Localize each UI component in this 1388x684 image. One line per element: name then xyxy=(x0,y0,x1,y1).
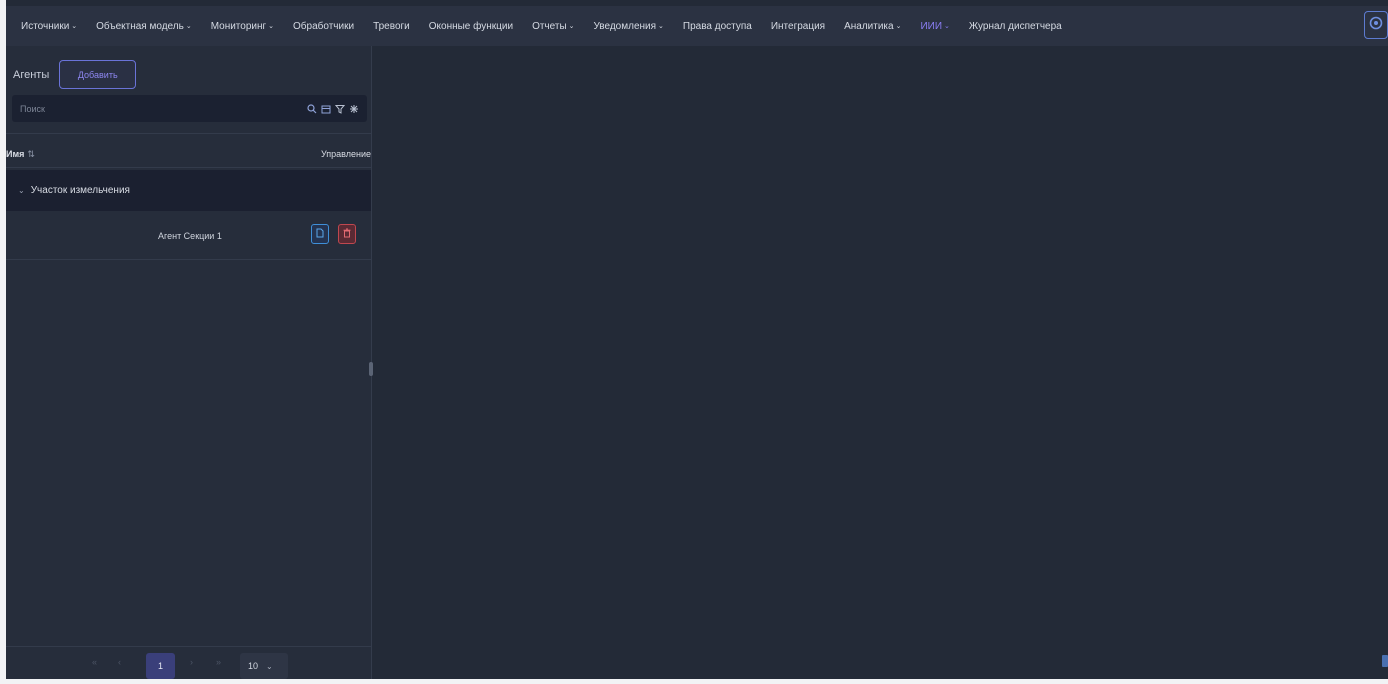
prev-page-icon[interactable]: ‹ xyxy=(118,657,121,667)
filter-icon[interactable] xyxy=(335,104,345,114)
nav-item-object-model[interactable]: Объектная модель ⌄ xyxy=(96,21,192,32)
page-size-select[interactable]: 10 ⌄ xyxy=(240,653,288,679)
chevron-down-icon: ⌄ xyxy=(266,661,273,671)
chevron-down-icon: ⌄ xyxy=(268,23,275,30)
clear-icon[interactable] xyxy=(349,104,359,114)
nav-item-analytics[interactable]: Аналитика ⌄ xyxy=(844,21,901,32)
window-frame-bottom xyxy=(0,679,1388,684)
column-header-name[interactable]: Имя ⇅ xyxy=(6,149,35,160)
search-input[interactable] xyxy=(20,103,307,114)
chevron-down-icon: ⌄ xyxy=(568,23,575,30)
divider xyxy=(6,133,371,134)
nav-item-notifications[interactable]: Уведомления ⌄ xyxy=(594,21,664,32)
page-button-current[interactable]: 1 xyxy=(146,653,175,679)
nav-item-ai[interactable]: ИИИ ⌄ xyxy=(920,21,949,32)
chevron-down-icon: ⌄ xyxy=(895,23,902,30)
search-box xyxy=(12,95,367,122)
first-page-icon[interactable]: « xyxy=(92,657,97,667)
nav-item-dispatcher-log[interactable]: Журнал диспетчера xyxy=(969,21,1062,32)
last-page-icon[interactable]: » xyxy=(216,657,221,667)
chevron-down-icon: ⌄ xyxy=(658,23,664,30)
chevron-down-icon: ⌄ xyxy=(71,23,78,30)
nav-item-window-functions[interactable]: Оконные функции xyxy=(429,21,513,32)
nav-item-integration[interactable]: Интеграция xyxy=(771,21,825,32)
edit-icon xyxy=(315,225,325,243)
divider xyxy=(6,259,371,260)
delete-button[interactable] xyxy=(338,224,356,244)
chevron-down-icon: ⌄ xyxy=(185,23,192,30)
pagination: « ‹ 1 › » 10 ⌄ xyxy=(6,647,371,679)
chevron-down-icon: ⌄ xyxy=(944,23,950,30)
next-page-icon[interactable]: › xyxy=(190,657,193,667)
search-icon[interactable] xyxy=(307,103,317,114)
nav-item-access-rights[interactable]: Права доступа xyxy=(683,21,752,32)
calendar-icon[interactable] xyxy=(321,104,331,114)
settings-button[interactable] xyxy=(1364,11,1388,39)
trash-icon xyxy=(342,225,352,243)
divider xyxy=(6,167,371,168)
nav-item-alarms[interactable]: Тревоги xyxy=(373,21,410,32)
panel-title: Агенты xyxy=(13,68,50,81)
agent-name: Агент Секции 1 xyxy=(158,231,222,241)
edit-button[interactable] xyxy=(311,224,329,244)
resize-handle[interactable] xyxy=(369,362,373,376)
nav-item-handlers[interactable]: Обработчики xyxy=(293,21,354,32)
panel-header: Агенты Добавить xyxy=(13,60,137,89)
nav-item-monitoring[interactable]: Мониторинг ⌄ xyxy=(211,21,274,32)
group-row[interactable]: ⌄ Участок измельчения xyxy=(6,170,371,211)
settings-icon xyxy=(1369,16,1383,35)
corner-widget-icon[interactable] xyxy=(1382,655,1388,667)
sort-icon[interactable]: ⇅ xyxy=(27,149,35,160)
column-header-control: Управление xyxy=(320,149,371,159)
group-name: Участок измельчения xyxy=(30,185,130,196)
chevron-down-icon[interactable]: ⌄ xyxy=(18,186,25,195)
nav-item-reports[interactable]: Отчеты ⌄ xyxy=(532,21,574,32)
table-row[interactable]: Агент Секции 1 xyxy=(6,214,371,258)
add-agent-button[interactable]: Добавить xyxy=(59,60,137,89)
top-navigation: Источники ⌄ Объектная модель ⌄ Мониторинг ⌄… xyxy=(6,6,1388,46)
table-header: Имя ⇅ Управление xyxy=(6,143,371,165)
nav-item-sources[interactable]: Источники ⌄ xyxy=(21,21,77,32)
agents-panel: Агенты Добавить Имя ⇅ Управление xyxy=(6,46,371,679)
